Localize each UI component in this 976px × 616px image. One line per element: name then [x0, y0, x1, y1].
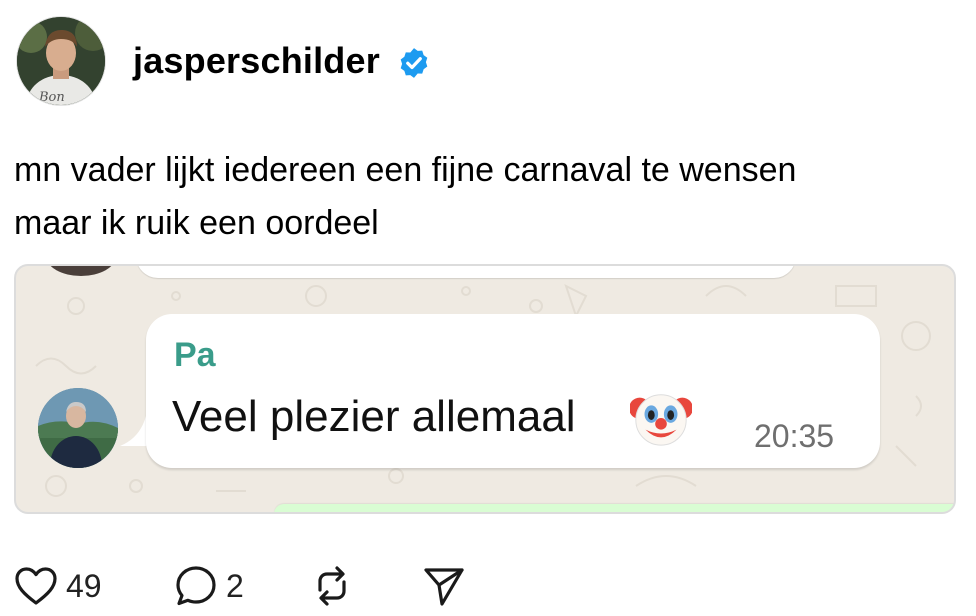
like-action[interactable]: 49: [14, 560, 102, 612]
verified-badge-icon: [400, 48, 428, 78]
clown-face-icon: [630, 394, 692, 446]
username[interactable]: jasperschilder: [133, 40, 380, 82]
sender-name: Pa: [174, 336, 216, 374]
repost-icon[interactable]: [310, 564, 354, 608]
profile-avatar[interactable]: Bon: [16, 16, 106, 106]
post-text: mn vader lijkt iedereen een fijne carnav…: [14, 144, 954, 250]
outgoing-message-edge: [274, 504, 954, 512]
comment-icon[interactable]: [174, 564, 218, 608]
message-time: 20:35: [754, 418, 835, 454]
svg-text:Bon: Bon: [38, 90, 65, 105]
message-bubble: Pa Veel plezier allemaal 20:35: [146, 314, 880, 468]
repost-action[interactable]: [310, 560, 354, 612]
share-action[interactable]: [422, 560, 466, 612]
action-bar: 49 2: [14, 560, 574, 612]
reply-count: 2: [226, 567, 244, 604]
profile-photo: Bon: [17, 17, 105, 105]
sender-photo: [38, 388, 118, 468]
post-text-line: maar ik ruik een oordeel: [14, 204, 379, 242]
post-text-line: mn vader lijkt iedereen een fijne carnav…: [14, 151, 797, 189]
previous-message-bubble: [136, 266, 796, 278]
heart-icon[interactable]: [14, 566, 58, 606]
reply-action[interactable]: 2: [174, 560, 244, 612]
embedded-chat-screenshot[interactable]: Pa Veel plezier allemaal 20:35: [14, 264, 956, 514]
sender-avatar: [38, 388, 118, 468]
message-text: Veel plezier allemaal: [172, 392, 576, 441]
send-icon[interactable]: [422, 564, 466, 608]
like-count: 49: [66, 567, 102, 604]
